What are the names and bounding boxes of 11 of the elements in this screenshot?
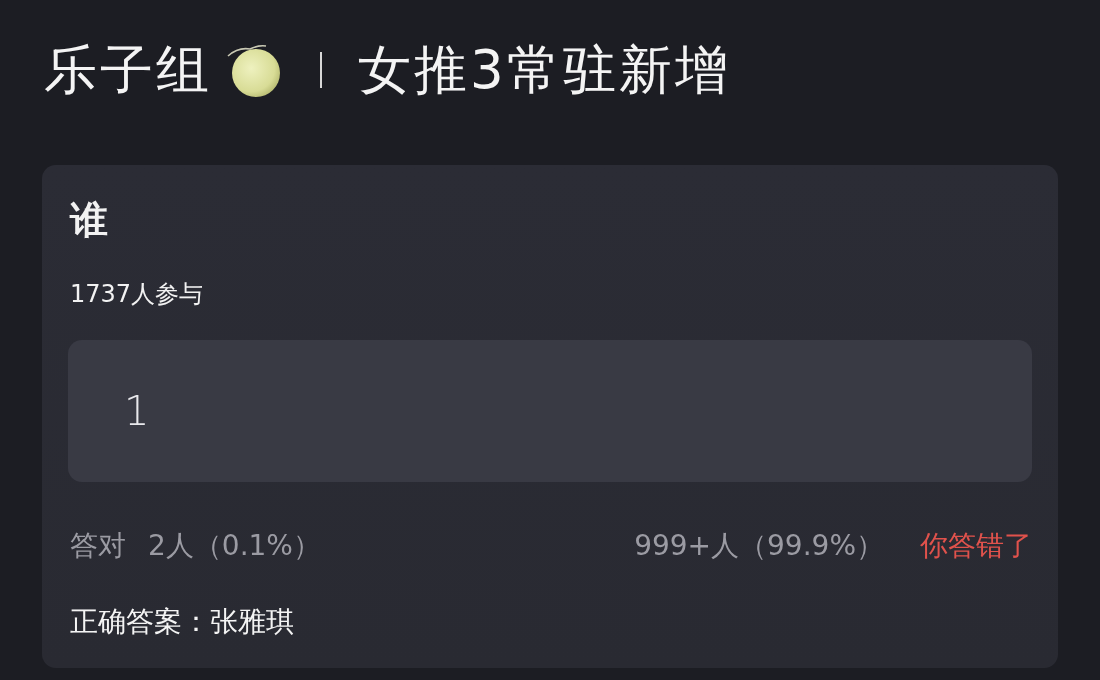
participant-count: 1737人参与 [69,279,204,310]
group-name: 乐子组 [44,38,212,102]
wrong-count: 999+人（99.9%） [634,528,884,564]
melon-icon [226,42,282,98]
correct-label: 答对 [69,528,126,564]
answer-box: 1 [68,340,1032,482]
question-title: 谁 [68,197,108,244]
page-title: 女推3常驻新增 [358,38,731,102]
result-text: 你答错了 [920,528,1032,564]
correct-answer: 正确答案：张雅琪 [69,604,294,640]
correct-count: 2人（0.1%） [148,528,321,564]
